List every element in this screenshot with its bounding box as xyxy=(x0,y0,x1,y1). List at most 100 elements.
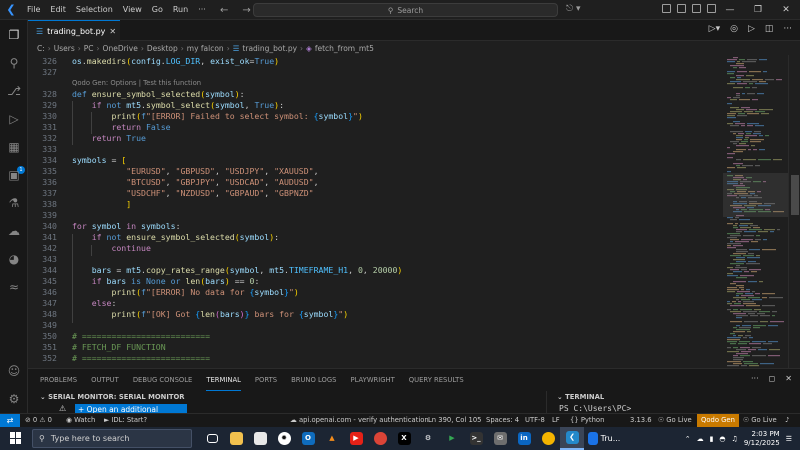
idl-status[interactable]: ► IDL: Start? xyxy=(104,414,147,427)
close-tab-icon[interactable]: ✕ xyxy=(109,27,116,36)
toggle-panel-icon[interactable] xyxy=(677,4,686,13)
vscode-taskbar-icon[interactable]: ❮ xyxy=(560,427,584,450)
remote-explorer-icon[interactable]: ▣ xyxy=(7,168,21,182)
breadcrumb-item[interactable]: my falcon xyxy=(187,44,224,53)
network-icon[interactable]: ◓ xyxy=(719,435,725,443)
tab-trading-bot[interactable]: ☰ trading_bot.py ✕ xyxy=(28,20,120,41)
menu-edit[interactable]: Edit xyxy=(45,0,71,20)
breadcrumb-item[interactable]: Desktop xyxy=(147,44,178,53)
customize-layout-icon[interactable] xyxy=(707,4,716,13)
remote-window-icon[interactable]: ⇄ xyxy=(0,414,20,428)
youtube-icon[interactable]: ▶ xyxy=(344,427,368,450)
code-editor[interactable]: 326 os.makedirs(config.LOG_DIR, exist_ok=… xyxy=(28,55,723,368)
breadcrumb-item[interactable]: PC xyxy=(84,44,94,53)
pinned-app-tru[interactable]: Tru... xyxy=(584,427,624,450)
menu-go[interactable]: Go xyxy=(147,0,168,20)
minimize-icon[interactable]: — xyxy=(716,0,744,20)
editor-scrollbar[interactable] xyxy=(788,55,800,368)
run-python-file-icon[interactable]: ▷▾ xyxy=(709,24,720,34)
volume-icon[interactable]: ♫ xyxy=(732,435,738,443)
settings-gear-icon[interactable]: ⚙ xyxy=(7,392,21,406)
tab-terminal[interactable]: TERMINAL xyxy=(206,369,241,391)
terminal-app-icon[interactable]: >_ xyxy=(464,427,488,450)
taskbar-search[interactable]: ⚲ Type here to search xyxy=(32,429,192,448)
linkedin-icon[interactable]: in xyxy=(512,427,536,450)
menu-more[interactable]: ··· xyxy=(193,0,211,20)
search-view-icon[interactable]: ⚲ xyxy=(7,56,21,70)
vlc-icon[interactable]: ▲ xyxy=(320,427,344,450)
maximize-panel-icon[interactable]: ◻ xyxy=(769,374,776,383)
tab-output[interactable]: OUTPUT xyxy=(91,369,119,391)
cursor-position[interactable]: Ln 390, Col 105 xyxy=(428,414,481,427)
tab-debug-console[interactable]: DEBUG CONSOLE xyxy=(133,369,193,391)
notepad-icon[interactable] xyxy=(248,427,272,450)
close-panel-icon[interactable]: ✕ xyxy=(785,374,792,383)
toggle-primary-sidebar-icon[interactable] xyxy=(662,4,671,13)
x-twitter-icon[interactable]: X xyxy=(392,427,416,450)
run-debug-icon[interactable]: ▷ xyxy=(7,112,21,126)
python-interpreter[interactable]: 3.13.6 xyxy=(630,414,652,427)
encoding[interactable]: UTF-8 xyxy=(525,414,545,427)
chrome-icon[interactable] xyxy=(368,427,392,450)
tab-playwright[interactable]: PLAYWRIGHT xyxy=(351,369,395,391)
clock[interactable]: 2:03 PM 9/12/2025 xyxy=(744,430,780,448)
explorer-icon[interactable]: ❐ xyxy=(7,28,21,42)
end-of-line[interactable]: LF xyxy=(552,414,560,427)
terminal-header[interactable]: ⌄ TERMINAL xyxy=(557,393,604,401)
chatgpt-icon[interactable]: ✹ xyxy=(272,427,296,450)
close-window-icon[interactable]: ✕ xyxy=(772,0,800,20)
menu-run[interactable]: Run xyxy=(168,0,193,20)
problems-status[interactable]: ⊘ 0 ⚠ 0 xyxy=(25,414,52,427)
indentation[interactable]: Spaces: 4 xyxy=(486,414,519,427)
tab-query-results[interactable]: QUERY RESULTS xyxy=(409,369,464,391)
qodo-codelens[interactable]: Qodo Gen: Options | Test this function xyxy=(72,78,201,89)
watch-status[interactable]: ◉ Watch xyxy=(66,414,95,427)
menu-file[interactable]: File xyxy=(22,0,45,20)
run-chevron-icon[interactable]: ▷ xyxy=(748,24,755,34)
scrollbar-thumb[interactable] xyxy=(791,175,799,215)
outlook-icon[interactable]: O xyxy=(296,427,320,450)
forward-arrow-icon[interactable]: → xyxy=(242,5,250,16)
more-actions-icon[interactable]: ··· xyxy=(783,24,792,34)
copilot-chat-icon[interactable]: ◎ xyxy=(730,24,738,34)
google-play-icon[interactable]: ▶ xyxy=(440,427,464,450)
menu-selection[interactable]: Selection xyxy=(71,0,118,20)
breadcrumb-item[interactable]: trading_bot.py xyxy=(242,44,297,53)
docker-icon[interactable]: ☁ xyxy=(7,224,21,238)
cloud-icon[interactable]: ☁ xyxy=(697,435,704,443)
terminal-view[interactable]: ⌄ TERMINAL PS C:\Users\PC> xyxy=(546,391,800,414)
task-view-icon[interactable] xyxy=(200,427,224,450)
windows-start-icon[interactable] xyxy=(10,432,22,444)
account-icon[interactable]: ☺ xyxy=(7,364,21,378)
extensions-icon[interactable]: ▦ xyxy=(7,140,21,154)
copilot-icon[interactable]: ⎋ ▾ xyxy=(566,4,581,14)
restore-icon[interactable]: ❐ xyxy=(744,0,772,20)
menu-view[interactable]: View xyxy=(118,0,147,20)
battery-icon[interactable]: ▮ xyxy=(710,435,714,443)
go-live-status-2[interactable]: ☉ Go Live xyxy=(743,414,777,427)
openai-auth-status[interactable]: ☁ api.openai.com - verify authentication xyxy=(290,414,429,427)
source-control-icon[interactable]: ⎇ xyxy=(7,84,21,98)
chrome-icon-2[interactable] xyxy=(536,427,560,450)
more-actions-icon[interactable]: ··· xyxy=(751,374,759,383)
qodo-gen-status[interactable]: Qodo Gen xyxy=(697,414,739,427)
edge-tools-icon[interactable]: ◕ xyxy=(7,252,21,266)
tray-expand-icon[interactable]: ⌃ xyxy=(685,435,691,443)
minimap-slider[interactable] xyxy=(723,173,788,217)
breadcrumb-item[interactable]: fetch_from_mt5 xyxy=(315,44,374,53)
breadcrumb-item[interactable]: C: xyxy=(37,44,45,53)
notifications-bell-icon[interactable]: ♪ xyxy=(785,414,789,427)
serial-monitor-header[interactable]: ⌄ SERIAL MONITOR: SERIAL MONITOR xyxy=(40,393,185,401)
minimap[interactable] xyxy=(723,55,788,368)
tab-ports[interactable]: PORTS xyxy=(255,369,277,391)
breadcrumb-item[interactable]: Users xyxy=(54,44,75,53)
settings-app-icon[interactable]: ⚙ xyxy=(416,427,440,450)
language-mode[interactable]: {} Python xyxy=(570,414,604,427)
testing-icon[interactable]: ⚗ xyxy=(7,196,21,210)
file-explorer-icon[interactable] xyxy=(224,427,248,450)
split-editor-icon[interactable]: ◫ xyxy=(765,24,774,34)
breadcrumb-item[interactable]: OneDrive xyxy=(103,44,138,53)
mail-icon[interactable]: ✉ xyxy=(488,427,512,450)
tab-problems[interactable]: PROBLEMS xyxy=(40,369,77,391)
command-center-search[interactable]: ⚲ Search xyxy=(253,3,558,17)
